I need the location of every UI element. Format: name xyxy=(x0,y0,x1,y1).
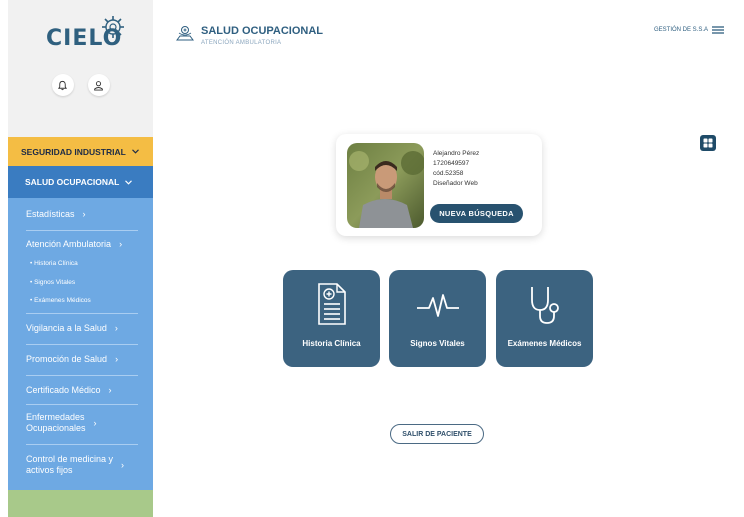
heartbeat-icon xyxy=(416,294,459,317)
sidebar-subitem-historia-clinica[interactable]: • Historia Clínica xyxy=(30,260,78,267)
patient-card: Alejandro Pérez 1720649597 cód.52358 Dis… xyxy=(336,134,542,236)
sidebar-top-icons xyxy=(8,74,153,96)
sidebar-item-label: Estadísticas xyxy=(26,209,75,219)
bell-icon xyxy=(57,80,68,90)
nav-section-seguridad-industrial[interactable]: SEGURIDAD INDUSTRIAL xyxy=(8,137,153,166)
app-window: CIELO SEGURIDAD INDUSTRIAL SALUD OCUPACI… xyxy=(0,0,744,517)
divider xyxy=(26,444,138,445)
chevron-right-icon: › xyxy=(119,239,123,249)
grid-view-button[interactable] xyxy=(700,135,716,151)
sidebar-subitem-examenes-medicos[interactable]: • Exámenes Médicos xyxy=(30,297,91,304)
tile-label: Signos Vitales xyxy=(410,339,465,348)
new-search-button[interactable]: NUEVA BÚSQUEDA xyxy=(430,204,523,223)
gear-icon xyxy=(102,16,124,38)
sidebar-item-label: Atención Ambulatoria xyxy=(26,239,112,249)
sidebar-item-estadisticas[interactable]: Estadísticas › xyxy=(26,209,86,219)
chevron-right-icon: › xyxy=(93,417,97,428)
sidebar-item-vigilancia[interactable]: Vigilancia a la Salud › xyxy=(26,323,118,333)
chevron-right-icon: › xyxy=(115,354,119,364)
logo[interactable]: CIELO xyxy=(46,14,126,54)
patient-info: Alejandro Pérez 1720649597 cód.52358 Dis… xyxy=(433,149,479,189)
divider xyxy=(26,230,138,231)
sidebar-item-label: Vigilancia a la Salud xyxy=(26,323,107,333)
divider xyxy=(26,344,138,345)
patient-photo-image xyxy=(347,143,424,228)
chevron-right-icon: › xyxy=(121,459,125,470)
tile-signos-vitales[interactable]: Signos Vitales xyxy=(389,270,486,367)
divider xyxy=(26,404,138,405)
sidebar-item-label: Certificado Médico xyxy=(26,385,101,395)
nav-section-label: SEGURIDAD INDUSTRIAL xyxy=(21,146,126,157)
patient-role: Diseñador Web xyxy=(433,180,478,187)
user-icon xyxy=(94,80,103,91)
sidebar-item-label: Promoción de Salud xyxy=(26,354,108,364)
tile-label: Historia Clínica xyxy=(302,339,361,348)
hamburger-menu-icon[interactable] xyxy=(712,26,724,34)
page-subtitle: ATENCIÓN AMBULATORIA xyxy=(201,40,282,46)
tile-label: Exámenes Médicos xyxy=(507,339,582,348)
sidebar-item-control-medicina[interactable]: Control de medicina y activos fijos › xyxy=(26,454,124,476)
patient-name: Alejandro Pérez xyxy=(433,150,480,157)
chevron-right-icon: › xyxy=(108,385,112,395)
patient-id: 1720649597 xyxy=(433,160,470,167)
grid-icon xyxy=(703,138,713,148)
sidebar-item-promocion[interactable]: Promoción de Salud › xyxy=(26,354,118,364)
user-profile-button[interactable] xyxy=(87,74,110,96)
sidebar-item-label: Control de medicina y activos fijos xyxy=(26,454,114,475)
nav-section-salud-ocupacional[interactable]: SALUD OCUPACIONAL xyxy=(8,166,153,198)
sidebar-subitem-signos-vitales[interactable]: • Signos Vitales xyxy=(30,279,75,286)
exit-patient-button[interactable]: SALIR DE PACIENTE xyxy=(390,424,484,444)
patient-code: cód.52358 xyxy=(433,170,464,177)
gestion-link[interactable]: GESTIÓN DE S.S.A xyxy=(654,27,708,33)
nav-section-collapsed[interactable] xyxy=(8,490,153,517)
chevron-right-icon: › xyxy=(114,323,118,333)
sidebar-item-enfermedades[interactable]: Enfermedades Ocupacionales › xyxy=(26,412,97,434)
chevron-down-icon xyxy=(125,179,133,185)
tile-examenes-medicos[interactable]: Exámenes Médicos xyxy=(496,270,593,367)
nav-list: Estadísticas › Atención Ambulatoria › • … xyxy=(8,198,153,490)
sidebar-item-atencion-ambulatoria[interactable]: Atención Ambulatoria › xyxy=(26,239,122,249)
notification-button[interactable] xyxy=(51,74,74,96)
divider xyxy=(26,313,138,314)
page-title: SALUD OCUPACIONAL xyxy=(201,25,324,37)
sidebar-item-label: Enfermedades Ocupacionales xyxy=(26,412,86,433)
clipboard-plus-icon xyxy=(317,283,346,325)
divider xyxy=(26,375,138,376)
chevron-right-icon: › xyxy=(82,209,86,219)
module-icon xyxy=(176,26,194,41)
nav-section-label: SALUD OCUPACIONAL xyxy=(25,177,120,187)
sidebar: CIELO SEGURIDAD INDUSTRIAL SALUD OCUPACI… xyxy=(8,0,153,517)
patient-photo xyxy=(347,143,424,228)
stethoscope-icon xyxy=(530,287,559,324)
tile-historia-clinica[interactable]: Historia Clínica xyxy=(283,270,380,367)
sidebar-item-certificado[interactable]: Certificado Médico › xyxy=(26,385,112,395)
chevron-down-icon xyxy=(131,149,139,154)
